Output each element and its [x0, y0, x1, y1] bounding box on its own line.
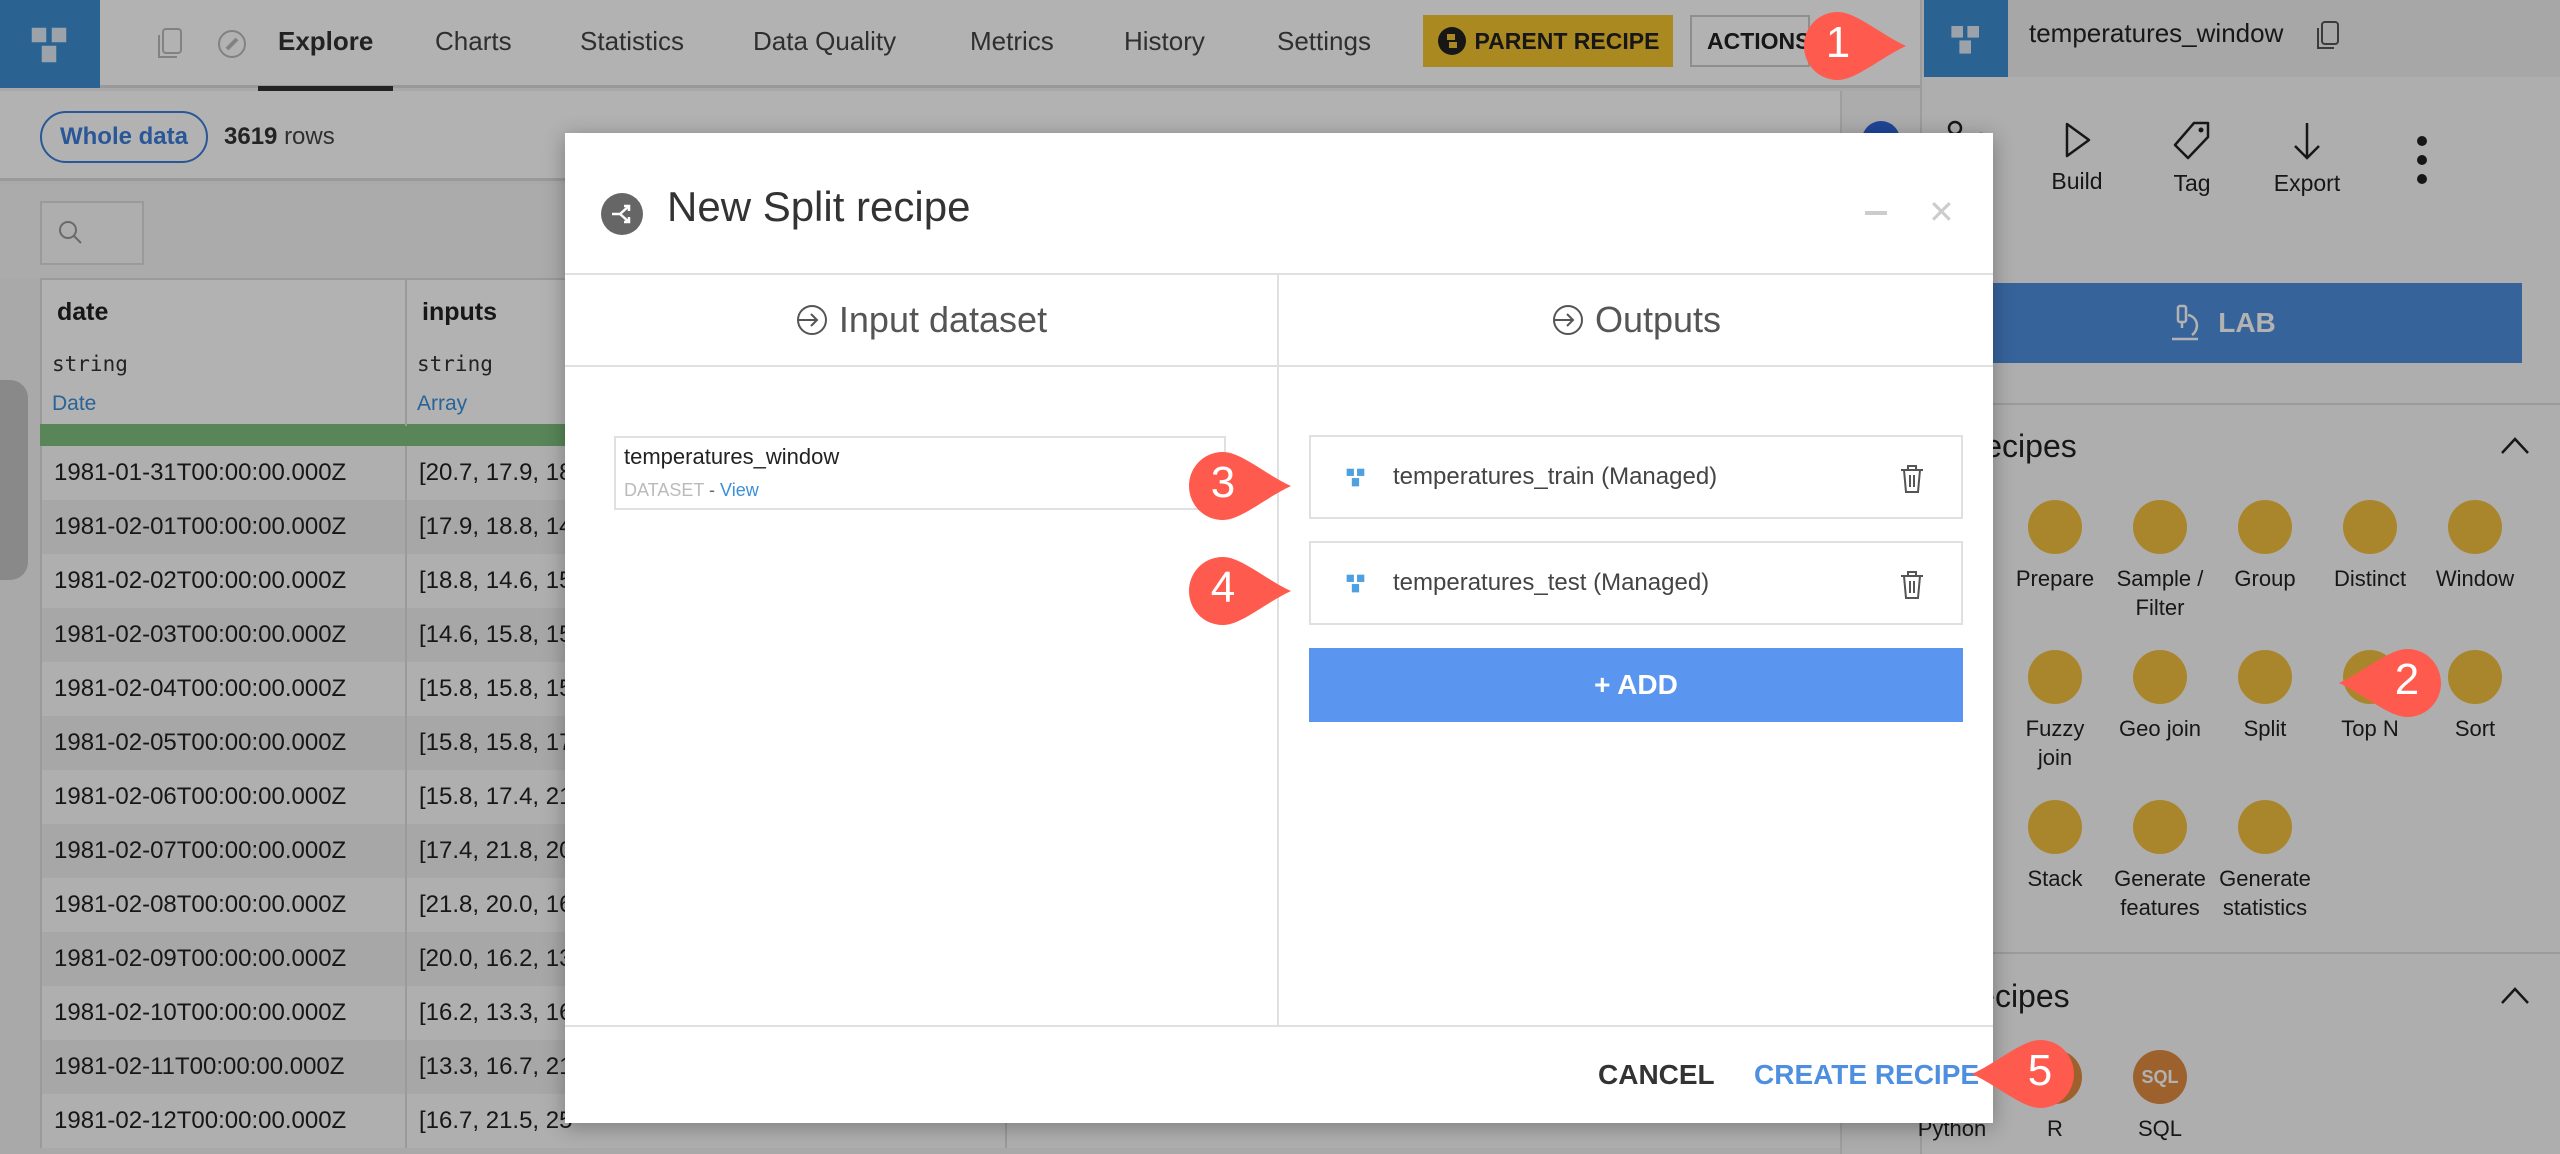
- marker-number: 2: [2394, 655, 2420, 704]
- dataset-cubes-icon: [1345, 467, 1366, 488]
- view-dataset-link[interactable]: View: [720, 480, 759, 500]
- trash-icon[interactable]: [1899, 569, 1925, 601]
- output-dataset-row: temperatures_train (Managed): [1309, 435, 1963, 519]
- dataset-cubes-icon: [1345, 573, 1366, 594]
- input-dataset-meta: DATASET - View: [624, 480, 759, 501]
- dataset-type-label: DATASET: [624, 480, 705, 500]
- callout-marker-1: 1: [1800, 8, 1910, 84]
- input-dataset-name: temperatures_window: [624, 444, 840, 469]
- dialog-footer: CANCEL CREATE RECIPE: [565, 1025, 1993, 1123]
- marker-number: 5: [2027, 1046, 2053, 1095]
- split-icon: [601, 193, 643, 235]
- outputs-header: Outputs: [1279, 275, 1993, 367]
- enter-arrow-icon: [796, 305, 827, 335]
- minimize-icon[interactable]: [1865, 211, 1887, 215]
- output-dataset-name: temperatures_train (Managed): [1393, 463, 1718, 490]
- outputs-title: Outputs: [1594, 299, 1722, 340]
- input-dataset-card: temperatures_window DATASET - View: [614, 436, 1226, 510]
- input-dataset-title: Input dataset: [838, 299, 1048, 340]
- callout-marker-5: 5: [1968, 1036, 2078, 1112]
- marker-number: 4: [1210, 563, 1236, 612]
- marker-number: 1: [1825, 18, 1851, 67]
- output-dataset-name: temperatures_test (Managed): [1393, 569, 1710, 596]
- add-output-button[interactable]: + ADD: [1309, 648, 1963, 722]
- create-recipe-button[interactable]: CREATE RECIPE: [1754, 1059, 1979, 1091]
- column-divider: [1277, 275, 1279, 1025]
- cancel-button[interactable]: CANCEL: [1598, 1059, 1715, 1091]
- callout-marker-3: 3: [1185, 448, 1295, 524]
- dialog-title: New Split recipe: [667, 183, 971, 230]
- callout-marker-4: 4: [1185, 553, 1295, 629]
- close-icon[interactable]: ✕: [1928, 193, 1955, 231]
- enter-arrow-icon: [1552, 305, 1583, 335]
- marker-number: 3: [1210, 458, 1236, 507]
- output-dataset-row: temperatures_test (Managed): [1309, 541, 1963, 625]
- callout-marker-2: 2: [2335, 645, 2445, 721]
- trash-icon[interactable]: [1899, 463, 1925, 495]
- dialog-header: New Split recipe ✕: [565, 133, 1993, 275]
- input-dataset-header: Input dataset: [565, 275, 1277, 367]
- separator: -: [704, 480, 721, 500]
